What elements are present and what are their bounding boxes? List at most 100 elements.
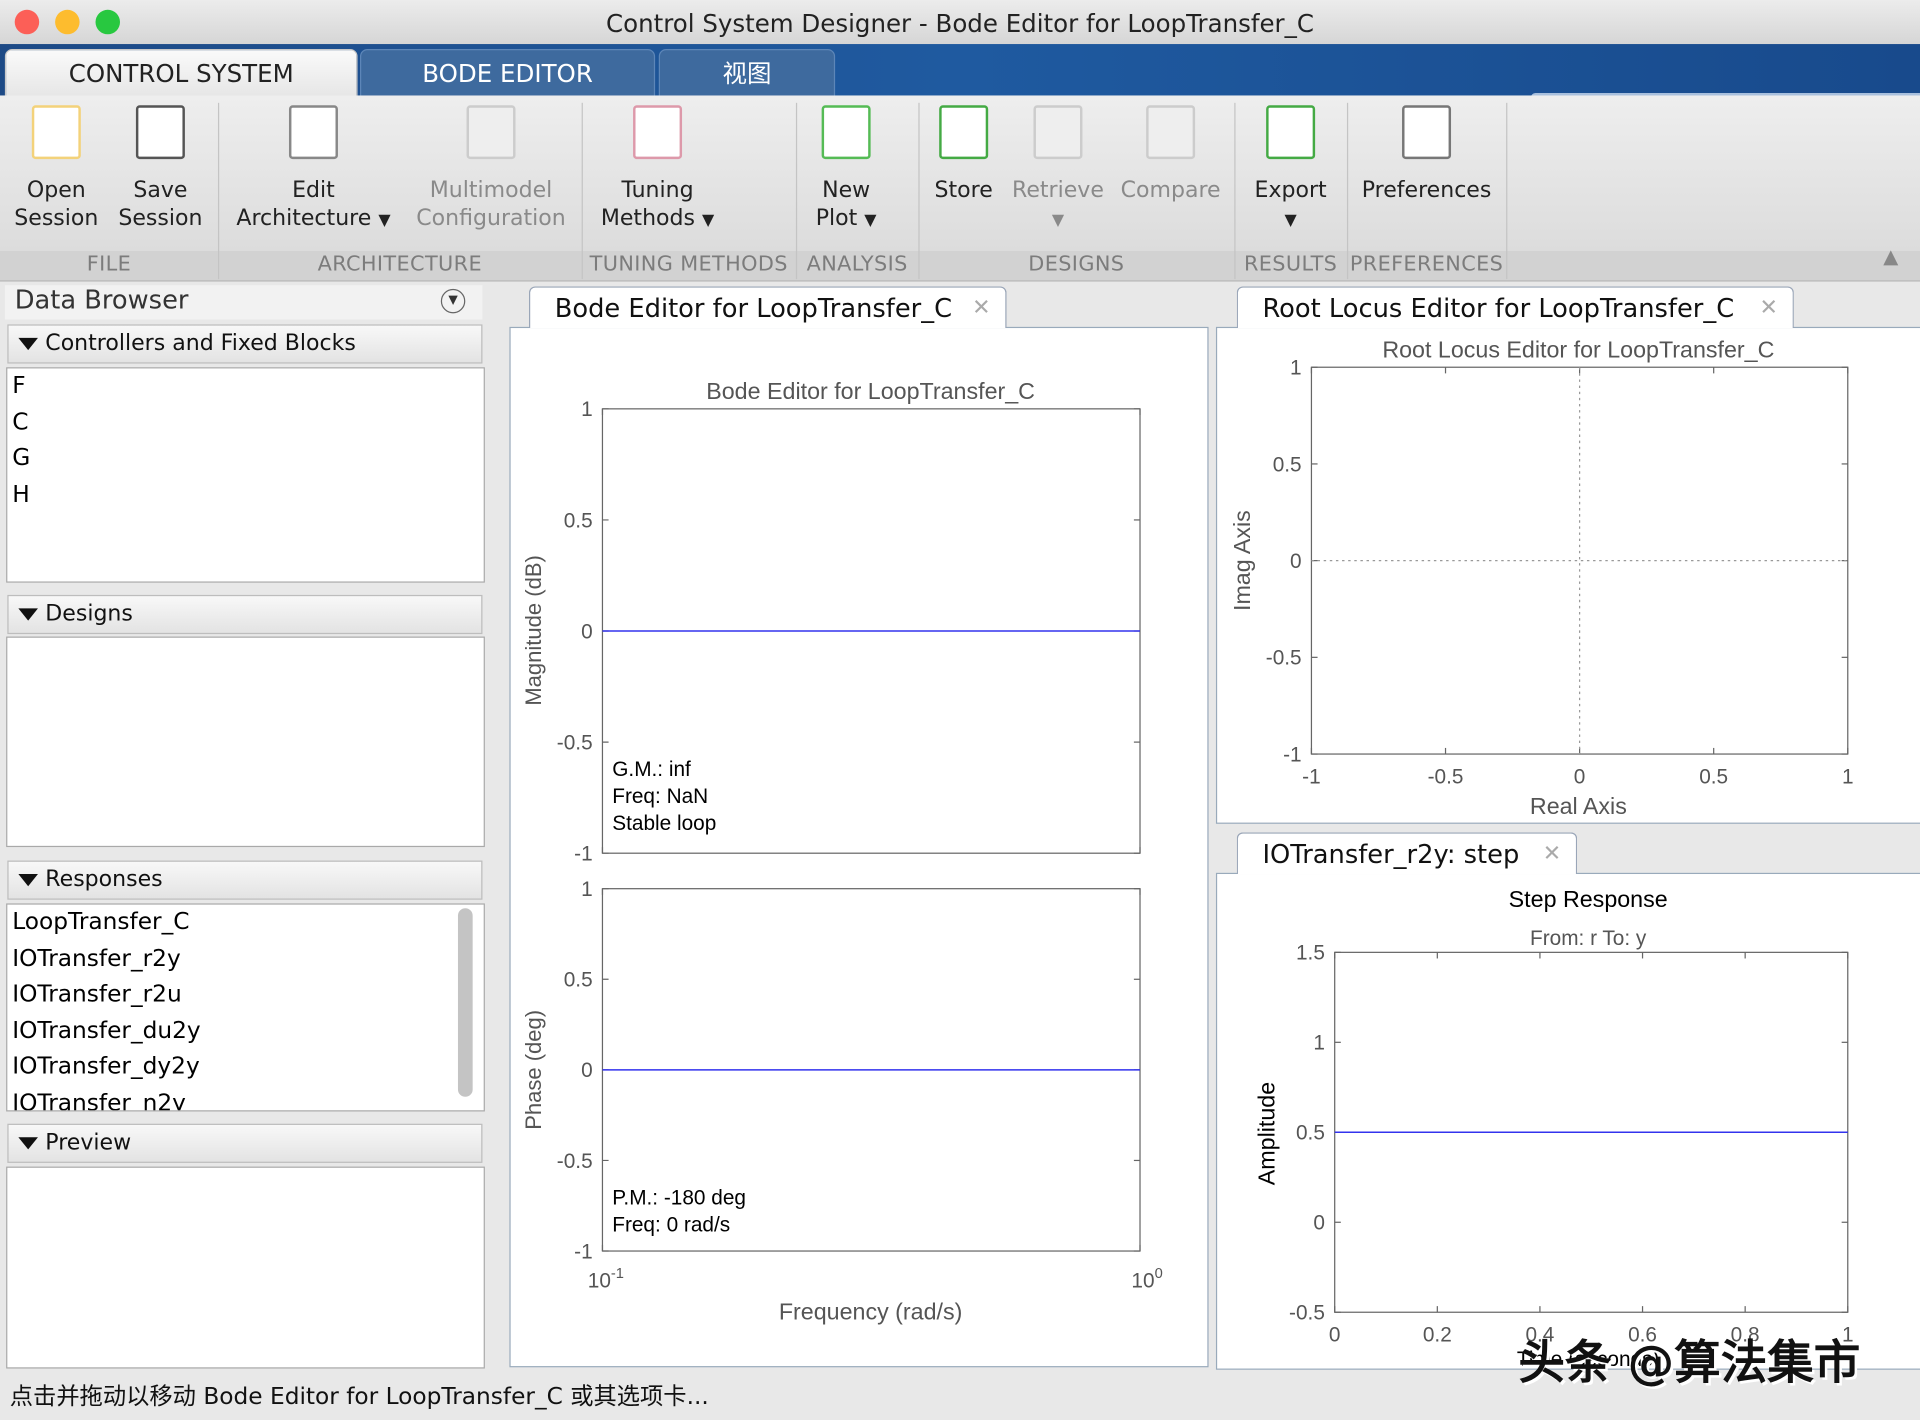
button-label-line2: Session [118,205,203,232]
y-tick-label: 0.5 [564,969,593,992]
y-tick-label: 1 [1313,1032,1325,1055]
section-controllers[interactable]: Controllers and Fixed Blocks [7,324,483,364]
data-browser-title: Data Browser ▼ [4,285,483,320]
window-title: Control System Designer - Bode Editor fo… [606,8,1314,38]
close-icon[interactable]: ✕ [1759,288,1777,330]
x-tick-label: -0.5 [1428,765,1464,788]
section-label: Responses [45,866,163,893]
y-tick-label: 1 [581,878,593,901]
tab-view[interactable]: 视图 [658,48,836,98]
y-tick-label: 0 [1313,1212,1325,1235]
y-tick-label: -0.5 [1266,647,1302,670]
designs-list [6,636,485,848]
section-label: Preview [45,1129,132,1156]
section-label: Designs [45,601,133,627]
store-icon [939,105,989,160]
root-locus-plot[interactable]: Root Locus Editor for LoopTransfer_C -1 -0… [1216,328,1920,820]
tab-step[interactable]: IOTransfer_r2y: step ✕ [1236,832,1578,876]
block-diagram-icon [288,105,338,160]
y-tick-label: 0.5 [564,509,593,532]
section-preview[interactable]: Preview [7,1123,483,1163]
section-label: Controllers and Fixed Blocks [45,330,356,357]
group-label: FILE [86,252,132,277]
folder-icon [31,105,81,160]
scrollbar[interactable] [457,908,473,1097]
y-axis-label: Imag Axis [1229,510,1255,611]
tab-bode-editor[interactable]: BODE EDITOR [360,48,656,98]
toolbar-button-new[interactable]: New Plot ▼ [801,105,892,235]
x-tick-label: 0 [1329,1324,1341,1347]
toolbar-button-edit[interactable]: Edit Architecture ▼ [228,105,399,235]
toolbar-button-preferences[interactable]: Preferences [1352,105,1501,204]
list-item[interactable]: F [7,368,483,404]
compare-icon [1146,105,1196,160]
step-plot[interactable]: Step ResponseFrom: r To: y-0.500.511.50 0… [1216,874,1920,1366]
group-label: ANALYSIS [806,252,908,277]
toolbar-button-save[interactable]: Save Session [108,105,213,232]
tab-bode-editor-doc[interactable]: Bode Editor for LoopTransfer_C ✕ [528,286,1007,330]
list-item[interactable]: IOTransfer_du2y [7,1013,483,1049]
list-item[interactable]: IOTransfer_dy2y [7,1049,483,1085]
collapse-toolstrip-icon[interactable]: ▲ [1883,245,1898,268]
toolbar-button-multimodel[interactable]: Multimodel Configuration [409,105,573,232]
y-tick-label: 1 [1290,357,1302,380]
button-label-line1: Tuning [621,177,694,204]
menu-icon[interactable]: ▼ [440,288,466,314]
list-item[interactable]: LoopTransfer_C [7,905,483,941]
button-label-line1: Preferences [1361,177,1492,204]
x-axis-label: Real Axis [1530,793,1627,819]
tab-root-locus[interactable]: Root Locus Editor for LoopTransfer_C ✕ [1236,286,1794,330]
x-tick-label: 1 [1842,765,1854,788]
list-item[interactable]: IOTransfer_n2y [7,1085,483,1110]
group-label: PREFERENCES [1349,252,1504,277]
button-label-line1: Export [1254,177,1327,204]
y-tick-label: 0 [581,620,593,643]
y-axis-label: Amplitude [1254,1082,1280,1185]
y-tick-label: -1 [574,1240,593,1263]
y-tick-label: 1.5 [1296,942,1325,965]
toolbar-button-retrieve[interactable]: Retrieve ▼ [1007,105,1110,235]
margin-annotation: P.M.: -180 deg [612,1187,746,1210]
list-item[interactable]: H [7,477,483,513]
x-tick-label: -1 [1302,765,1321,788]
bode-plot[interactable]: Bode Editor for LoopTransfer_C -1 -0.5 0 0.5… [509,328,1206,1364]
dropdown-caret-icon: ▼ [702,211,715,231]
close-icon[interactable]: ✕ [1543,834,1561,876]
tab-control-system[interactable]: CONTROL SYSTEM [4,48,358,98]
y-tick-label: -1 [1283,743,1302,766]
list-item[interactable]: C [7,405,483,441]
toolbar-button-tuning[interactable]: Tuning Methods ▼ [585,105,729,235]
y-tick-label: 0 [1290,550,1302,573]
toolbar-button-export[interactable]: Export ▼ [1239,105,1342,235]
list-item[interactable]: IOTransfer_r2y [7,941,483,977]
y-tick-label: -0.5 [557,731,593,754]
collapse-icon [18,608,38,621]
y-tick-label: 0.5 [1273,453,1302,476]
export-icon [1266,105,1316,160]
list-item[interactable]: G [7,441,483,477]
y-tick-label: 0 [581,1059,593,1082]
tab-label: IOTransfer_r2y: step [1262,839,1520,870]
plot-subtitle: From: r To: y [1530,927,1647,950]
button-label-line1: Store [934,177,993,204]
toolbar-button-store[interactable]: Store [926,105,1002,204]
section-responses[interactable]: Responses [7,860,483,900]
plot-title: Step Response [1509,886,1668,912]
y-tick-label: 1 [581,398,593,421]
button-label-line1: Multimodel [429,177,553,204]
group-label: RESULTS [1243,252,1338,277]
x-tick-label: 0.2 [1423,1324,1452,1347]
y-tick-label: 0.5 [1296,1122,1325,1145]
close-icon[interactable]: ✕ [972,288,990,330]
dropdown-caret-icon: ▼ [1051,211,1065,231]
tuning-icon [633,105,683,160]
section-designs[interactable]: Designs [7,594,483,635]
toolbar-button-open[interactable]: Open Session [5,105,108,232]
dropdown-caret-icon: ▼ [864,211,877,231]
list-item[interactable]: IOTransfer_r2u [7,977,483,1013]
button-label-line1: Save [133,177,188,204]
tab-label: Bode Editor for LoopTransfer_C [554,293,953,324]
controllers-list: FCGH [6,367,485,583]
y-tick-label: -0.5 [557,1150,593,1173]
toolbar-button-compare[interactable]: Compare [1114,105,1227,204]
